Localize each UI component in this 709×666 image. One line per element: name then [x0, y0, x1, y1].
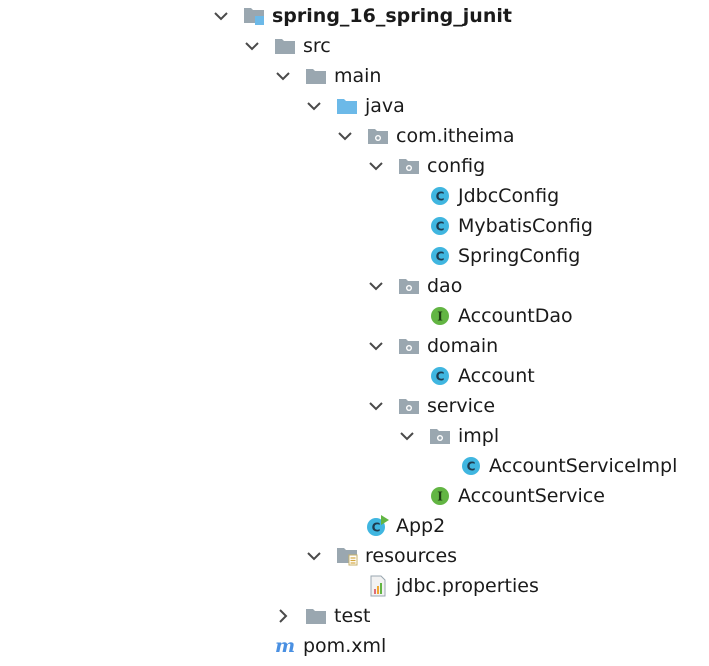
tree-item-test[interactable]: test: [274, 601, 371, 631]
tree-item-label: src: [303, 35, 331, 57]
package-icon: [428, 426, 452, 446]
chevron-down-icon[interactable]: [367, 337, 385, 355]
tree-item-mybatisconfig[interactable]: C MybatisConfig: [398, 211, 593, 241]
chevron-down-icon[interactable]: [367, 157, 385, 175]
svg-text:C: C: [436, 220, 445, 234]
tree-item-label: AccountServiceImpl: [489, 455, 678, 477]
tree-item-label: spring_16_spring_junit: [272, 5, 512, 27]
tree-item-java[interactable]: java: [305, 91, 405, 121]
tree-item-pom-xml[interactable]: m pom.xml: [243, 631, 386, 661]
module-folder-icon: [242, 6, 266, 26]
tree-item-impl[interactable]: impl: [398, 421, 499, 451]
tree-item-springconfig[interactable]: C SpringConfig: [398, 241, 580, 271]
tree-item-domain[interactable]: domain: [367, 331, 498, 361]
chevron-down-icon[interactable]: [336, 127, 354, 145]
tree-item-project[interactable]: spring_16_spring_junit: [212, 1, 512, 31]
tree-item-label: App2: [396, 515, 446, 537]
tree-item-label: service: [427, 395, 496, 417]
class-icon: C: [428, 366, 452, 386]
svg-text:C: C: [436, 190, 445, 204]
svg-text:I: I: [437, 490, 443, 504]
tree-item-label: MybatisConfig: [458, 215, 593, 237]
tree-item-label: JdbcConfig: [458, 185, 560, 207]
tree-item-main[interactable]: main: [274, 61, 381, 91]
tree-item-label: test: [334, 605, 371, 627]
tree-item-label: impl: [458, 425, 500, 447]
tree-item-accountservice[interactable]: I AccountService: [398, 481, 605, 511]
tree-item-src[interactable]: src: [243, 31, 331, 61]
chevron-down-icon[interactable]: [305, 97, 323, 115]
tree-item-jdbcconfig[interactable]: C JdbcConfig: [398, 181, 559, 211]
svg-text:C: C: [467, 460, 476, 474]
class-icon: C: [428, 216, 452, 236]
svg-text:I: I: [437, 310, 443, 324]
tree-item-config[interactable]: config: [367, 151, 485, 181]
package-icon: [366, 126, 390, 146]
project-tree: spring_16_spring_junitsrc main java com.ith…: [0, 0, 709, 666]
tree-item-com-itheima[interactable]: com.itheima: [336, 121, 515, 151]
tree-item-app2[interactable]: C App2: [336, 511, 445, 541]
svg-text:C: C: [372, 521, 381, 535]
tree-item-label: pom.xml: [303, 635, 387, 657]
tree-item-label: AccountService: [458, 485, 605, 507]
chevron-down-icon[interactable]: [274, 67, 292, 85]
tree-item-label: resources: [365, 545, 458, 567]
properties-file-icon: [366, 575, 390, 597]
tree-item-label: AccountDao: [458, 305, 573, 327]
maven-icon: m: [273, 636, 297, 656]
tree-item-label: dao: [427, 275, 463, 297]
tree-item-jdbc-properties[interactable]: jdbc.properties: [336, 571, 539, 601]
svg-text:C: C: [436, 250, 445, 264]
source-folder-icon: [335, 96, 359, 116]
tree-item-accountserviceimpl[interactable]: C AccountServiceImpl: [429, 451, 677, 481]
tree-item-label: Account: [458, 365, 535, 387]
class-icon: C: [459, 456, 483, 476]
package-icon: [397, 156, 421, 176]
tree-item-label: domain: [427, 335, 499, 357]
folder-icon: [304, 66, 328, 86]
tree-item-label: java: [365, 95, 405, 117]
chevron-down-icon[interactable]: [212, 7, 230, 25]
tree-item-label: main: [334, 65, 382, 87]
chevron-down-icon[interactable]: [367, 397, 385, 415]
tree-item-dao[interactable]: dao: [367, 271, 462, 301]
svg-text:m: m: [275, 636, 295, 656]
folder-icon: [273, 36, 297, 56]
interface-icon: I: [428, 306, 452, 326]
class-icon: C: [428, 186, 452, 206]
tree-item-service[interactable]: service: [367, 391, 495, 421]
chevron-down-icon[interactable]: [243, 37, 261, 55]
interface-icon: I: [428, 486, 452, 506]
tree-item-resources[interactable]: resources: [305, 541, 457, 571]
tree-item-accountdao[interactable]: I AccountDao: [398, 301, 573, 331]
folder-icon: [304, 606, 328, 626]
svg-text:C: C: [436, 370, 445, 384]
package-icon: [397, 336, 421, 356]
package-icon: [397, 276, 421, 296]
tree-item-label: SpringConfig: [458, 245, 581, 267]
tree-item-label: config: [427, 155, 486, 177]
chevron-down-icon[interactable]: [398, 427, 416, 445]
resources-folder-icon: [335, 546, 359, 566]
tree-item-label: com.itheima: [396, 125, 515, 147]
class-icon: C: [428, 246, 452, 266]
chevron-down-icon[interactable]: [305, 547, 323, 565]
chevron-down-icon[interactable]: [367, 277, 385, 295]
tree-item-label: jdbc.properties: [396, 575, 539, 597]
runnable-class-icon: C: [366, 515, 390, 536]
chevron-right-icon[interactable]: [274, 607, 292, 625]
tree-item-account[interactable]: C Account: [398, 361, 535, 391]
package-icon: [397, 396, 421, 416]
